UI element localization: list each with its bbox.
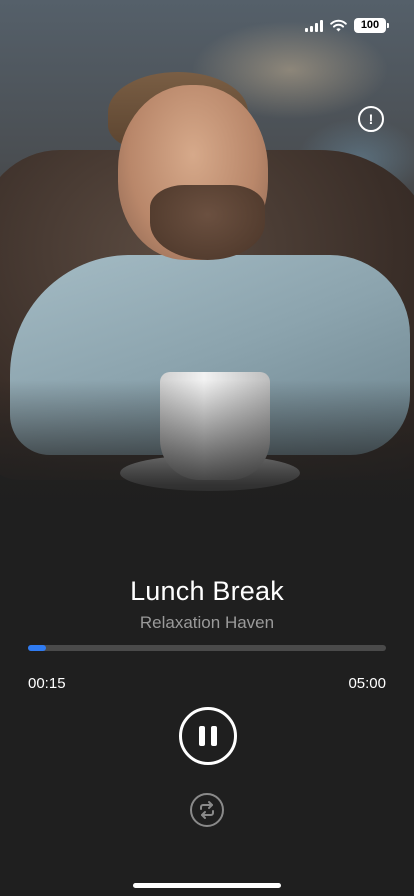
progress-fill [28,645,46,651]
cover-image [0,0,414,530]
cover-person-beard [150,185,265,260]
repeat-icon [200,801,214,819]
track-title: Lunch Break [130,576,284,606]
pause-icon [199,726,217,746]
track-artist: Relaxation Haven [139,613,275,632]
cover-fade [0,380,414,530]
battery-icon: 100 [354,18,389,33]
wifi-icon [330,19,347,32]
total-time: 05:00 [348,675,386,692]
cellular-signal-icon [305,19,323,32]
repeat-button[interactable] [190,793,224,827]
status-bar: 100 [305,18,389,33]
current-time: 00:15 [28,675,66,692]
info-icon[interactable]: ! [358,106,384,132]
pause-button[interactable] [179,707,237,765]
progress-bar[interactable] [28,645,386,651]
home-indicator[interactable] [133,883,281,888]
